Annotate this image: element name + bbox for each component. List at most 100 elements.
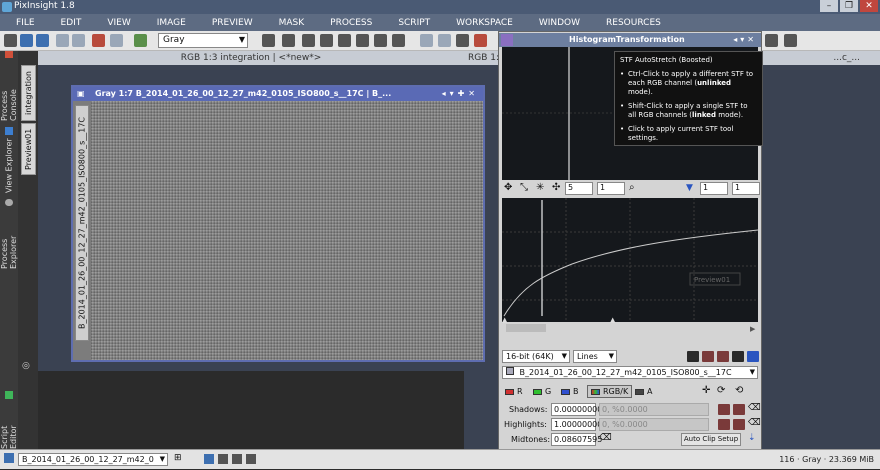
menu-view[interactable]: VIEW	[94, 18, 143, 28]
zoom-in-icon[interactable]	[302, 34, 315, 47]
preview-icon[interactable]	[110, 34, 123, 47]
reset-channel-icon[interactable]: ⟳	[717, 385, 725, 396]
maximize-button[interactable]: ❐	[840, 0, 858, 12]
zoom2-x-input[interactable]: 1	[700, 182, 728, 195]
open-icon[interactable]	[72, 34, 85, 47]
layout-icon[interactable]	[232, 454, 242, 464]
highlights-auto-icon[interactable]	[733, 419, 745, 430]
menu-file[interactable]: FILE	[0, 18, 48, 28]
highlights-clip-display[interactable]: 0, %0.0000	[599, 418, 709, 431]
shadows-clip-icon[interactable]	[718, 404, 730, 415]
tab-script-editor[interactable]: Script Editor	[0, 391, 18, 449]
shadows-reset-icon[interactable]: ⌫	[748, 403, 761, 413]
undo-icon[interactable]	[20, 34, 33, 47]
histogram-log-icon[interactable]	[702, 351, 714, 362]
highlights-reset-icon[interactable]: ⌫	[748, 418, 761, 428]
move-icon[interactable]	[262, 34, 275, 47]
zoom-y-input[interactable]: 1	[597, 182, 625, 195]
menu-preview[interactable]: PREVIEW	[199, 18, 266, 28]
shadows-input[interactable]: 0.00000000	[551, 403, 602, 416]
window-buttons[interactable]: ◂▾✚✕	[442, 87, 479, 101]
view-selector-bottom[interactable]: B_2014_01_26_00_12_27_m42_0 ▼	[18, 453, 168, 466]
screen-icon[interactable]	[134, 34, 147, 47]
channel-a-button[interactable]: A	[635, 385, 652, 398]
histogram-curve-icon[interactable]	[717, 351, 729, 362]
menu-mask[interactable]: MASK	[266, 18, 318, 28]
image-icon[interactable]	[56, 34, 69, 47]
channel-rgbk-button[interactable]: RGB/K	[587, 385, 633, 398]
grid-icon[interactable]	[747, 351, 759, 362]
histogram-plot-icon[interactable]	[732, 351, 744, 362]
tab-process-explorer[interactable]: Process Explorer	[0, 199, 18, 269]
clip-icon[interactable]	[474, 34, 487, 47]
highlights-input[interactable]: 1.00000000	[551, 418, 602, 431]
scroll-right-icon[interactable]: ▶	[750, 325, 756, 333]
window-buttons[interactable]: ◂▾✕	[733, 33, 757, 47]
zoom-fit-icon[interactable]	[282, 34, 295, 47]
shadows-triangle-icon[interactable]: ▲	[502, 316, 508, 324]
shadows-auto-icon[interactable]	[733, 404, 745, 415]
minimize-button[interactable]: –	[820, 0, 838, 12]
pointer-icon[interactable]	[392, 34, 405, 47]
zoom-out-icon[interactable]	[320, 34, 333, 47]
readout-icon[interactable]	[438, 34, 451, 47]
bit-depth-select[interactable]: 16-bit (64K) ▼	[502, 350, 570, 363]
pan-icon[interactable]: ✥	[504, 182, 512, 193]
target-view-select[interactable]: B_2014_01_26_00_12_27_m42_0105_ISO800_s_…	[502, 366, 758, 379]
stf-reset-icon[interactable]	[784, 34, 797, 47]
menu-edit[interactable]: EDIT	[48, 18, 95, 28]
gray-image-window[interactable]: ▣ Gray 1:7 B_2014_01_26_00_12_27_m42_010…	[71, 85, 485, 362]
midtones-reset-icon[interactable]: ⌫	[599, 433, 612, 443]
scrollbar-thumb[interactable]	[506, 324, 546, 332]
zoom2-y-input[interactable]: 1	[732, 182, 760, 195]
menu-resources[interactable]: RESOURCES	[593, 18, 674, 28]
tab-integration[interactable]: integration	[21, 65, 36, 121]
menu-window[interactable]: WINDOW	[526, 18, 593, 28]
close-button[interactable]: ✕	[860, 0, 878, 12]
graph-style-select[interactable]: Lines ▼	[573, 350, 617, 363]
layout-icon[interactable]	[204, 454, 214, 464]
zoom-icon[interactable]: ⌕	[629, 182, 635, 193]
histogram-style-icon[interactable]	[687, 351, 699, 362]
highlights-clip-icon[interactable]	[718, 419, 730, 430]
channel-r-button[interactable]: R	[505, 385, 523, 398]
new-file-icon[interactable]	[4, 34, 17, 47]
menu-process[interactable]: PROCESS	[317, 18, 385, 28]
menu-workspace[interactable]: WORKSPACE	[443, 18, 526, 28]
process-icon[interactable]	[501, 34, 513, 46]
tab-process-console[interactable]: Process Console	[0, 51, 18, 121]
stf-linked-icon[interactable]	[765, 34, 778, 47]
midtones-triangle-icon[interactable]: ▲	[610, 316, 616, 324]
zoom-in-icon[interactable]: ✳	[536, 182, 544, 193]
menu-script[interactable]: SCRIPT	[385, 18, 443, 28]
window-menu-icon[interactable]: ▣	[77, 87, 89, 101]
histogram-input-graph[interactable]: Preview01 ▲ ▲ ▶	[502, 198, 759, 334]
zoom-fit-icon[interactable]: ⤡	[520, 182, 528, 193]
mask-icon[interactable]	[92, 34, 105, 47]
select-icon[interactable]	[374, 34, 387, 47]
layout-icon[interactable]	[218, 454, 228, 464]
zoom-x-input[interactable]: 5	[565, 182, 593, 195]
midtones-input[interactable]: 0.08607595	[551, 433, 602, 446]
channel-g-button[interactable]: G	[533, 385, 551, 398]
tab-view-explorer[interactable]: View Explorer	[1, 125, 17, 195]
expand-icon[interactable]: ⇣	[748, 433, 756, 443]
menu-image[interactable]: IMAGE	[144, 18, 199, 28]
layout-icon[interactable]	[246, 454, 256, 464]
zoom-arrow-icon[interactable]: ▼	[686, 183, 693, 193]
pan-icon[interactable]	[338, 34, 351, 47]
auto-clip-setup-button[interactable]: Auto Clip Setup	[681, 433, 741, 446]
stf-icon[interactable]	[420, 34, 433, 47]
redo-icon[interactable]	[36, 34, 49, 47]
reset-all-icon[interactable]: ⟲	[735, 385, 743, 396]
lock-icon[interactable]: ◎	[22, 361, 30, 371]
crosshair-icon[interactable]: ✛	[702, 385, 710, 396]
view-selector[interactable]: Gray ▼	[158, 33, 248, 48]
channel-icon[interactable]	[456, 34, 469, 47]
image-canvas[interactable]	[91, 101, 483, 360]
shadows-clip-display[interactable]: 0, %0.0000	[599, 403, 709, 416]
move-icon[interactable]: ✣	[552, 182, 560, 193]
tab-preview01[interactable]: Preview01	[21, 123, 36, 175]
crosshair-icon[interactable]	[356, 34, 369, 47]
zoom-icon[interactable]: ⊞	[174, 453, 182, 463]
